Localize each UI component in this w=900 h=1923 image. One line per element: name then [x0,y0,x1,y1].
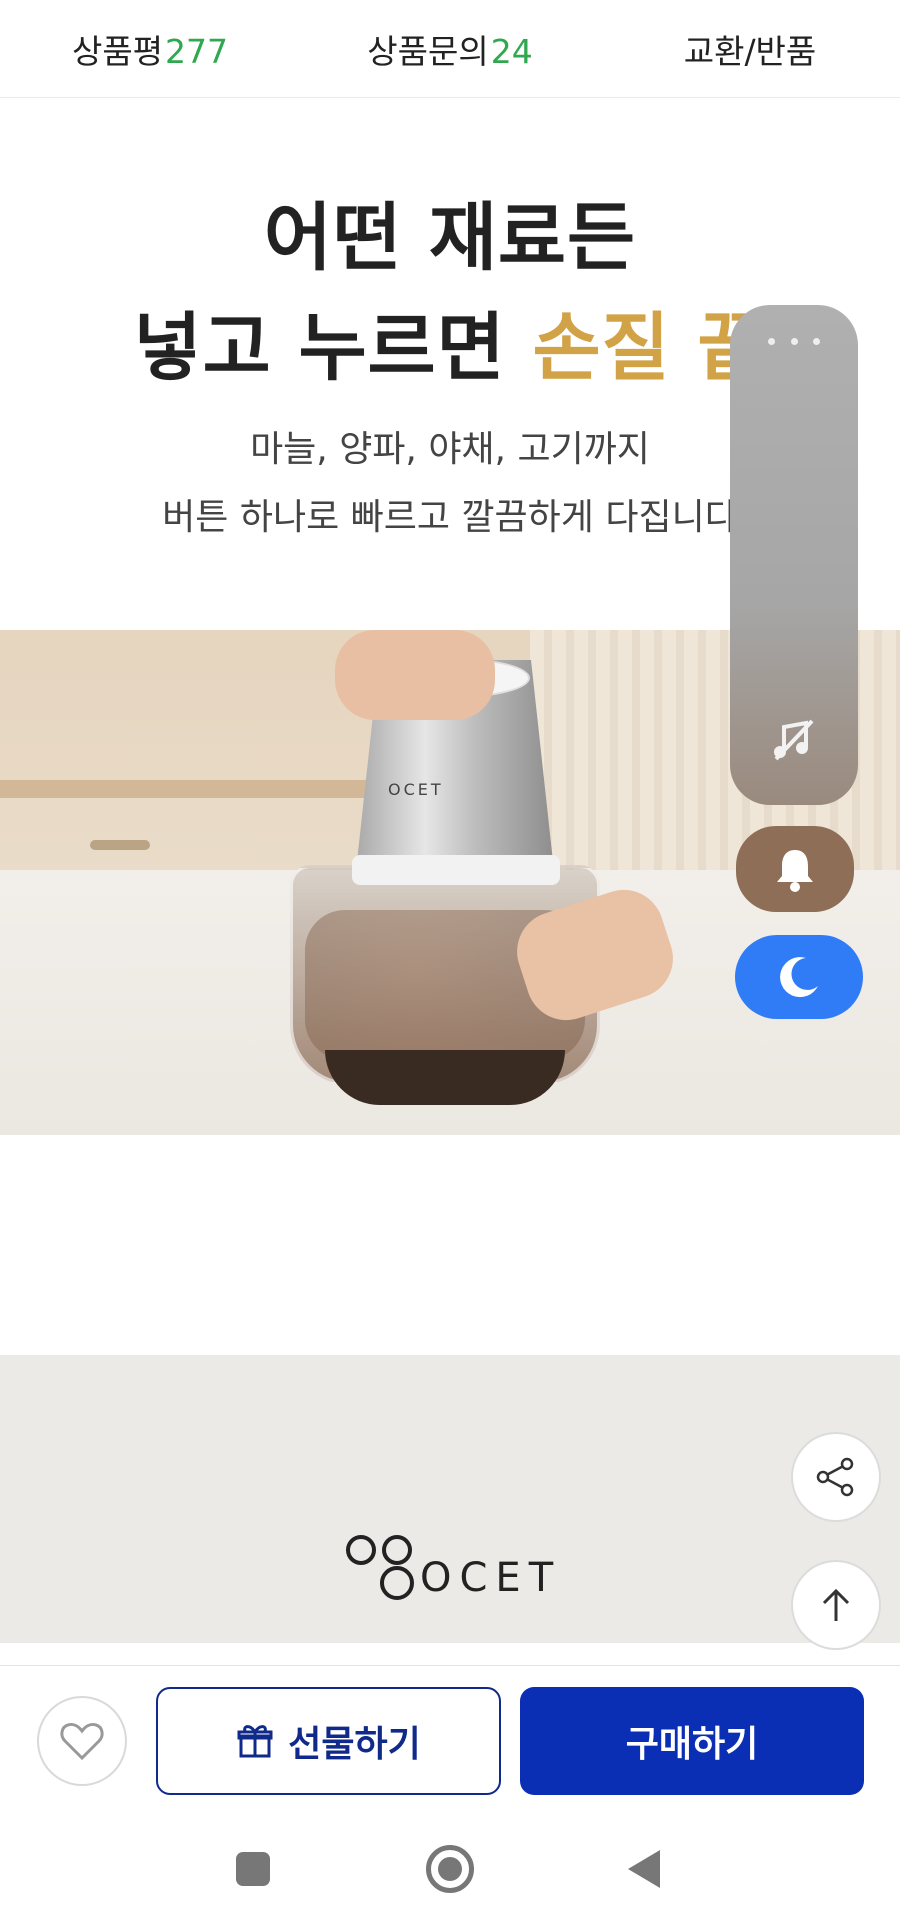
tab-reviews[interactable]: 상품평277 [0,25,300,73]
review-tab-bar: 상품평277 상품문의24 교환/반품 [0,0,900,98]
gift-button[interactable]: 선물하기 [156,1687,501,1795]
tab-reviews-label: 상품평 [71,31,164,71]
gift-button-label: 선물하기 [288,1724,421,1765]
tab-reviews-count: 277 [165,31,229,71]
scroll-top-button[interactable] [791,1560,881,1650]
brand-banner: OCET [0,1355,900,1643]
system-nav-bar [0,1805,900,1923]
buy-button[interactable]: 구매하기 [520,1687,864,1795]
share-button[interactable] [791,1432,881,1522]
gift-icon [237,1725,273,1758]
tab-inquiries-label: 상품문의 [367,31,489,71]
headline-line1: 어떤 재료든 [263,195,637,281]
tab-exchange-return-label: 교환/반품 [683,31,817,71]
bell-button[interactable] [736,826,854,912]
home-icon[interactable] [426,1845,474,1893]
chopper-ring [352,855,560,885]
purchase-bar: 선물하기 구매하기 [0,1665,900,1805]
recents-icon[interactable] [236,1852,270,1886]
share-icon [816,1457,854,1497]
tab-inquiries-count: 24 [490,31,533,71]
brand-logo-text: OCET [420,1555,562,1601]
arrow-up-icon [822,1588,850,1621]
heart-icon [60,1723,104,1761]
wishlist-button[interactable] [37,1696,127,1786]
chopper-base [325,1050,565,1105]
music-off-icon[interactable] [768,715,818,765]
headline-line2-prefix: 넣고 누르면 [133,305,533,391]
buy-button-label: 구매하기 [625,1724,759,1765]
photo-drawer-handle [90,840,150,850]
back-icon[interactable] [628,1850,660,1888]
more-icon[interactable] [768,331,820,351]
moon-icon [780,957,818,998]
photo-hand-top [335,630,495,720]
tab-inquiries[interactable]: 상품문의24 [300,25,600,73]
chopper-brand-mark: OCET [388,780,444,799]
bell-icon [777,850,813,892]
tab-exchange-return[interactable]: 교환/반품 [600,25,900,73]
moon-button[interactable] [735,935,863,1019]
floating-side-panel [730,305,858,805]
